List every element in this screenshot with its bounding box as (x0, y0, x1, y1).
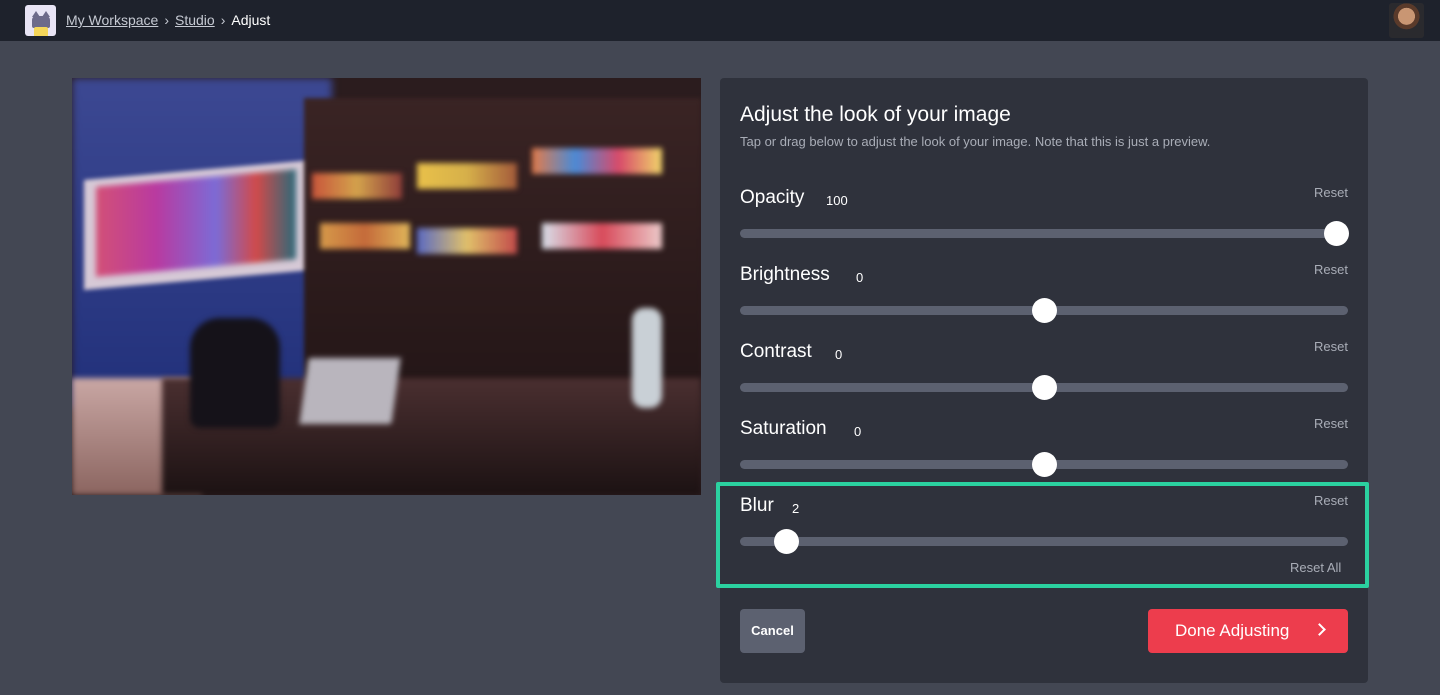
brightness-label: Brightness (740, 264, 830, 285)
preview-artwork (96, 169, 296, 277)
done-adjusting-label: Done Adjusting (1175, 621, 1290, 640)
opacity-control: Opacity 100 Reset (740, 185, 1349, 257)
contrast-control: Contrast 0 Reset (740, 339, 1348, 411)
preview-books (320, 223, 410, 249)
saturation-value: 0 (854, 424, 862, 439)
breadcrumb-separator: › (220, 12, 226, 28)
image-preview (72, 78, 701, 495)
preview-books (532, 148, 662, 174)
saturation-slider-thumb[interactable] (1032, 452, 1057, 477)
opacity-reset-button[interactable]: Reset (1314, 185, 1348, 200)
contrast-value: 0 (835, 347, 843, 362)
opacity-value: 100 (826, 193, 848, 208)
app-logo-icon[interactable] (25, 5, 56, 36)
user-avatar[interactable] (1389, 3, 1424, 38)
opacity-slider-track[interactable] (740, 229, 1348, 238)
cancel-button[interactable]: Cancel (740, 609, 805, 653)
breadcrumb-current: Adjust (231, 12, 271, 28)
contrast-reset-button[interactable]: Reset (1314, 339, 1348, 354)
preview-chair (190, 318, 280, 428)
adjust-panel: Adjust the look of your image Tap or dra… (720, 78, 1368, 683)
preview-books (542, 223, 662, 249)
logo-body (34, 27, 48, 36)
preview-vase (632, 308, 662, 408)
breadcrumb-studio-link[interactable]: Studio (175, 12, 215, 28)
preview-books (417, 163, 517, 189)
opacity-slider-thumb[interactable] (1324, 221, 1349, 246)
contrast-slider-thumb[interactable] (1032, 375, 1057, 400)
breadcrumb: My Workspace › Studio › Adjust (66, 12, 270, 28)
brightness-control: Brightness 0 Reset (740, 262, 1348, 334)
contrast-label: Contrast (740, 341, 812, 362)
preview-laptop (299, 358, 401, 424)
saturation-control: Saturation 0 Reset (740, 416, 1348, 488)
reset-all-button[interactable]: Reset All (1290, 560, 1341, 575)
brightness-value: 0 (856, 270, 864, 285)
preview-books (312, 173, 402, 199)
opacity-label: Opacity (740, 187, 805, 208)
saturation-label: Saturation (740, 418, 827, 439)
panel-subtitle: Tap or drag below to adjust the look of … (740, 134, 1211, 149)
saturation-reset-button[interactable]: Reset (1314, 416, 1348, 431)
preview-books (417, 228, 517, 254)
breadcrumb-separator: › (164, 12, 169, 28)
breadcrumb-workspace-link[interactable]: My Workspace (66, 12, 158, 28)
chevron-right-icon (1313, 623, 1326, 636)
top-bar: My Workspace › Studio › Adjust (0, 0, 1440, 41)
brightness-reset-button[interactable]: Reset (1314, 262, 1348, 277)
blur-highlight-box (716, 482, 1369, 588)
panel-title: Adjust the look of your image (740, 103, 1011, 126)
brightness-slider-thumb[interactable] (1032, 298, 1057, 323)
done-adjusting-button[interactable]: Done Adjusting (1148, 609, 1348, 653)
